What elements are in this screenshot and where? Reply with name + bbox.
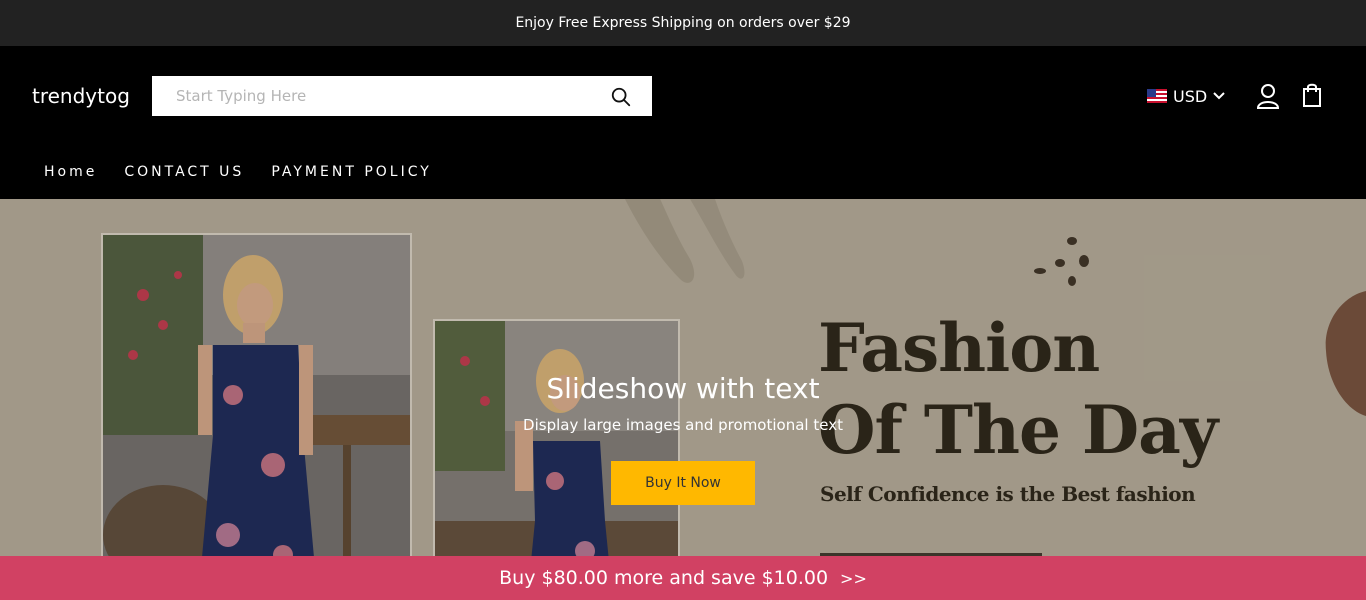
shopping-bag-icon[interactable] bbox=[1302, 83, 1322, 107]
decorative-dots bbox=[1034, 237, 1089, 286]
announcement-text: Enjoy Free Express Shipping on orders ov… bbox=[515, 15, 851, 31]
search-input[interactable] bbox=[152, 77, 592, 115]
promo-text: Buy $80.00 more and save $10.00 bbox=[499, 567, 829, 589]
search-box bbox=[152, 76, 652, 116]
promo-arrows: >> bbox=[840, 568, 867, 588]
announcement-bar: Enjoy Free Express Shipping on orders ov… bbox=[0, 0, 1366, 46]
currency-selector[interactable]: USD bbox=[1147, 86, 1225, 106]
banner-tagline: Self Confidence is the Best fashion bbox=[820, 482, 1196, 506]
nav-item-payment-policy[interactable]: PAYMENT POLICY bbox=[271, 164, 431, 180]
us-flag-icon bbox=[1147, 89, 1167, 103]
promo-bar[interactable]: Buy $80.00 more and save $10.00 >> bbox=[0, 556, 1366, 600]
user-icon[interactable] bbox=[1256, 83, 1280, 109]
search-icon[interactable] bbox=[610, 86, 632, 108]
currency-label: USD bbox=[1173, 86, 1208, 106]
site-header: trendytog USD Home CONTACT US PAYM bbox=[0, 46, 1366, 199]
nav-item-contact-us[interactable]: CONTACT US bbox=[124, 164, 244, 180]
main-nav: Home CONTACT US PAYMENT POLICY bbox=[44, 164, 459, 180]
buy-it-now-button[interactable]: Buy It Now bbox=[611, 461, 755, 505]
hero-subtitle: Display large images and promotional tex… bbox=[523, 416, 843, 434]
nav-item-home[interactable]: Home bbox=[44, 164, 97, 180]
hero-title: Slideshow with text bbox=[546, 372, 820, 405]
chevron-down-icon bbox=[1213, 92, 1225, 100]
hero-slideshow: Fashion Of The Day Self Confidence is th… bbox=[0, 199, 1366, 600]
site-logo[interactable]: trendytog bbox=[32, 84, 130, 108]
